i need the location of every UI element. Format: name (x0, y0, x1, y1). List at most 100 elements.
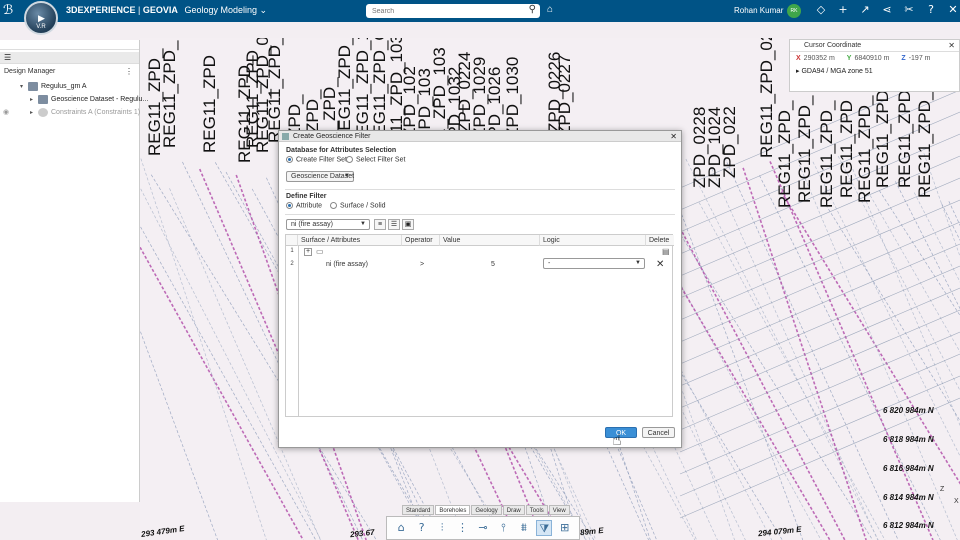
chevron-down-icon[interactable]: ▼ (360, 220, 366, 229)
tab-geology[interactable]: Geology (471, 505, 502, 515)
y-axis-label: Y (846, 55, 852, 62)
borehole-label: REG11_ZPD_ (895, 80, 914, 188)
drill-icon[interactable]: ⫯ (495, 520, 511, 536)
tab-draw[interactable]: Draw (502, 505, 525, 515)
database-dropdown[interactable]: Geoscience Dataset ▼ (286, 171, 354, 182)
chevron-down-icon[interactable]: ▼ (635, 259, 641, 268)
row-number: 1 (290, 248, 294, 254)
crs-row[interactable]: ▸ GDA94 / MGA zone 51 (790, 65, 959, 78)
section-icon[interactable]: ⊸ (475, 520, 491, 536)
tab-standard[interactable]: Standard (402, 505, 435, 515)
borehole-label: REG11_ZPD_ (775, 100, 794, 208)
expand-icon[interactable]: + (304, 248, 312, 256)
filter-icon[interactable]: ⧩ (536, 520, 553, 536)
action-bar-tabs: Standard Boreholes Geology Draw Tools Vi… (402, 505, 571, 515)
share-icon[interactable]: ↗ (854, 3, 876, 16)
borehole-icon[interactable]: ⫶ (434, 520, 450, 536)
borehole-label: ZPD_0227 (555, 55, 574, 136)
radio-icon[interactable] (330, 202, 337, 209)
panel-toolbar: ☰ (0, 52, 139, 64)
ds-logo-icon[interactable]: ℬ (3, 3, 13, 18)
tree-node-constraints[interactable]: ◉ ▸ Constraints A (Constraints 1) (0, 106, 141, 120)
composite-icon[interactable]: ⩩ (516, 520, 532, 536)
delete-icon[interactable]: ✕ (656, 259, 664, 270)
radio-icon[interactable] (346, 156, 353, 163)
dialog-title: Create Geoscience Filter (293, 133, 371, 140)
delete-group-icon[interactable]: ▤ (662, 247, 670, 256)
play-icon[interactable]: ▶ (38, 13, 45, 24)
radio-label: Create Filter Set (296, 156, 347, 164)
expand-icon[interactable]: ▸ (30, 107, 38, 120)
tools-icon[interactable]: ✂ (898, 3, 920, 16)
borehole-label: REG11_ZPD (837, 100, 856, 198)
radio-create-filter-set[interactable]: Create Filter Set (286, 156, 347, 163)
fullscreen-icon[interactable]: ✕ (942, 3, 960, 16)
expand-icon[interactable]: ▸ (796, 68, 800, 75)
top-toolbar: ◇ + ↗ ⋖ ✂ ? ✕ (810, 3, 960, 16)
product-icon (28, 81, 38, 91)
more-menu-icon[interactable]: ⋮ (125, 64, 133, 80)
search-box[interactable]: ⚲ (366, 4, 540, 18)
borehole-label: REG11_ZPD (200, 55, 219, 153)
northing-label: 6 818 984m N (883, 435, 934, 444)
borehole-label: REG11_ZPD_03 (265, 38, 284, 143)
divider (285, 189, 675, 190)
tab-boreholes[interactable]: Boreholes (435, 505, 471, 515)
log-icon[interactable]: ⋮ (455, 520, 471, 536)
coord-panel-header: Cursor Coordinate ✕ (790, 40, 959, 52)
list-icon[interactable]: ☰ (388, 219, 400, 230)
dataset-tool-icon[interactable]: ⊞ (557, 520, 573, 536)
attribute-dropdown[interactable]: ni (fire assay) ▼ (286, 219, 370, 230)
tree-node-label: Constraints A (Constraints 1) (51, 109, 141, 116)
close-icon[interactable]: ✕ (948, 40, 955, 52)
tree-icon[interactable]: ☰ (4, 53, 11, 62)
operator-cell[interactable]: > (420, 261, 424, 268)
tree-node-dataset[interactable]: ▸ Geoscience Dataset - Regulu... (0, 93, 148, 106)
avatar[interactable]: RK (787, 4, 801, 18)
radio-label: Select Filter Set (356, 156, 406, 164)
chevron-down-icon[interactable]: ▼ (344, 172, 350, 181)
filter-icon (282, 133, 289, 140)
row-number-header (286, 235, 298, 246)
tab-view[interactable]: View (548, 505, 570, 515)
section-database-title: Database for Attributes Selection (286, 147, 397, 154)
dropdown-value: ni (fire assay) (291, 221, 334, 228)
radio-selected-icon[interactable] (286, 156, 293, 163)
close-icon[interactable]: ✕ (670, 131, 677, 142)
help-icon[interactable]: ? (920, 3, 942, 16)
add-icon[interactable]: + (832, 3, 854, 16)
network-icon[interactable]: ⋖ (876, 3, 898, 16)
dataset-icon (38, 94, 48, 104)
compass-widget[interactable]: ▶ V.R (24, 1, 58, 35)
radio-attribute[interactable]: Attribute (286, 202, 322, 209)
value-cell[interactable]: 5 (491, 261, 495, 268)
radio-label: Attribute (296, 202, 323, 210)
add-filter-icon[interactable]: ≡ (374, 219, 386, 230)
dialog-titlebar[interactable]: Create Geoscience Filter ✕ (279, 131, 681, 142)
radio-selected-icon[interactable] (286, 202, 293, 209)
tag-icon[interactable]: ⌂ (547, 4, 553, 15)
search-input[interactable] (366, 4, 516, 18)
chevron-down-icon[interactable]: ⌄ (260, 5, 268, 15)
radio-select-filter-set[interactable]: Select Filter Set (346, 156, 405, 163)
app-brand[interactable]: 3DEXPERIENCE | GEOVIA Geology Modeling ⌄ (66, 5, 267, 16)
coord-panel-title: Cursor Coordinate (804, 42, 862, 49)
borehole-label: REG11_ZPD_ (915, 90, 934, 198)
clear-filter-icon[interactable]: ▣ (402, 219, 414, 230)
user-name[interactable]: Rohan Kumar (734, 6, 783, 15)
radio-surface-solid[interactable]: Surface / Solid (330, 202, 386, 209)
home-icon[interactable]: ⌂ (393, 520, 409, 536)
column-header: Logic (540, 235, 646, 246)
tree-node-root[interactable]: ▾ Regulus_gm A (0, 80, 139, 93)
bookmark-icon[interactable]: ◇ (810, 3, 832, 16)
column-header: Surface / Attributes (298, 235, 402, 246)
hidden-eye-icon[interactable]: ◉ (3, 106, 9, 119)
help-icon[interactable]: ? (414, 520, 430, 536)
table-row[interactable]: 2 ni (fire assay) > 5 - ▼ ✕ (286, 258, 672, 273)
search-icon[interactable]: ⚲ (529, 4, 536, 15)
tab-tools[interactable]: Tools (525, 505, 548, 515)
logic-dropdown[interactable]: - ▼ (543, 258, 645, 269)
cancel-button[interactable]: Cancel (642, 427, 675, 438)
axis-z-label: Z (940, 486, 945, 493)
attribute-cell[interactable]: ni (fire assay) (326, 261, 368, 268)
